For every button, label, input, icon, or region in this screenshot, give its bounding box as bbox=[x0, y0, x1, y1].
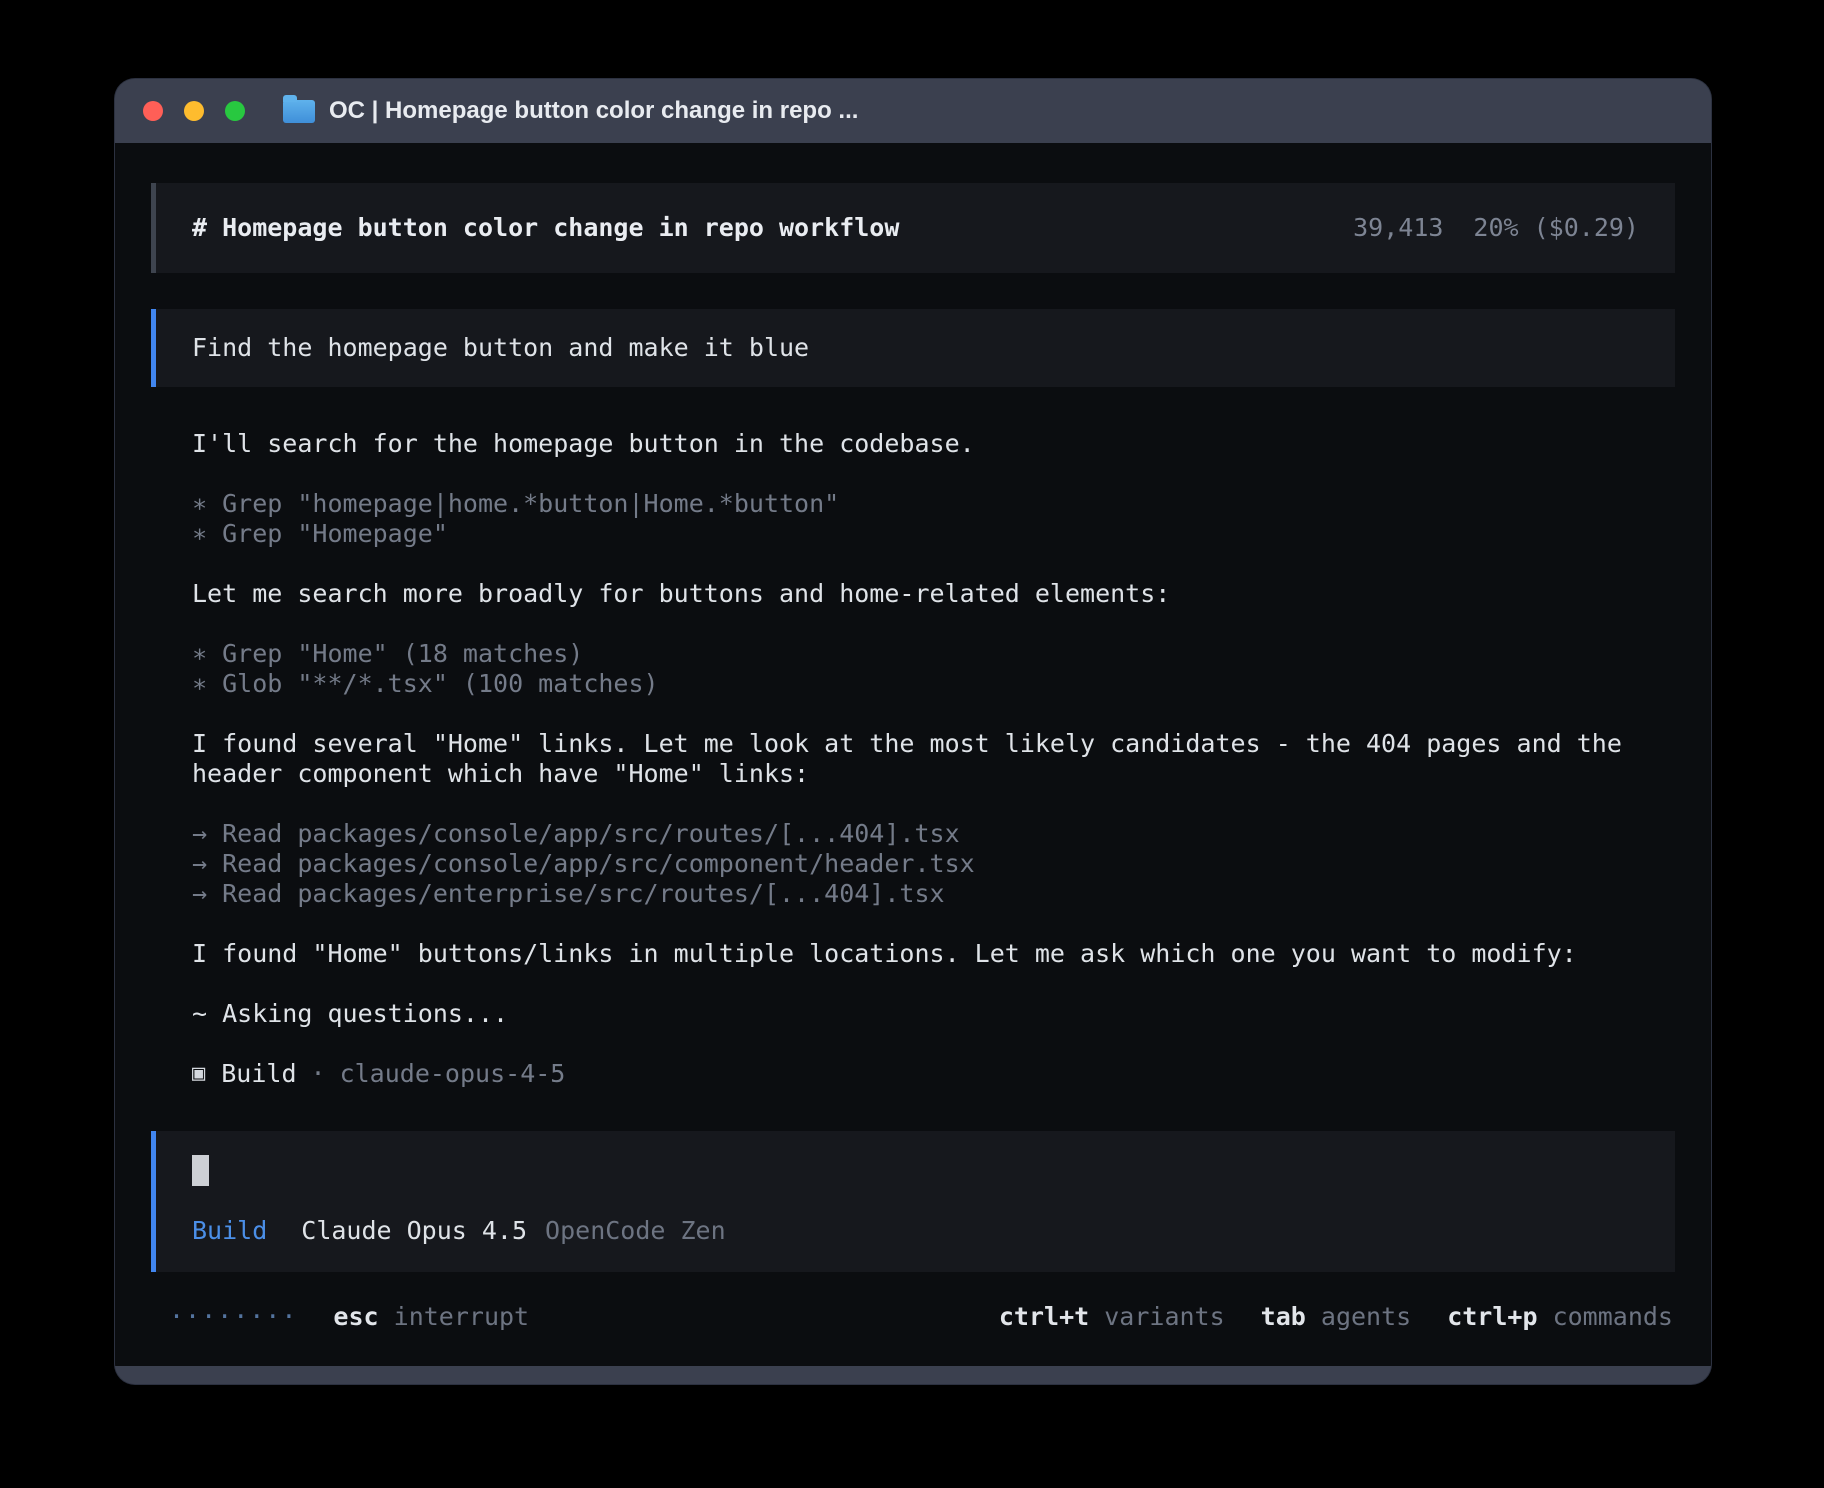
model-bar: Build Claude Opus 4.5 OpenCode Zen bbox=[192, 1216, 1639, 1246]
asking-questions-status: ~ Asking questions... bbox=[192, 999, 1675, 1029]
agent-status-row: ▣ Build · claude-opus-4-5 bbox=[192, 1059, 1675, 1089]
shortcut-esc: esc interrupt bbox=[333, 1302, 529, 1332]
close-button[interactable] bbox=[143, 101, 163, 121]
window-title: OC | Homepage button color change in rep… bbox=[329, 97, 858, 125]
terminal-window: OC | Homepage button color change in rep… bbox=[115, 79, 1711, 1384]
tool-call-read: → Read packages/console/app/src/componen… bbox=[192, 849, 1675, 879]
tool-call-grep: ∗ Grep "homepage|home.*button|Home.*butt… bbox=[192, 489, 1675, 519]
status-bar: ········ esc interrupt ctrl+t variants t… bbox=[151, 1302, 1675, 1332]
titlebar[interactable]: OC | Homepage button color change in rep… bbox=[115, 79, 1711, 143]
session-meta: 39,413 20% ($0.29) bbox=[1353, 213, 1639, 243]
user-message-text: Find the homepage button and make it blu… bbox=[192, 333, 809, 362]
tool-call-read: → Read packages/enterprise/src/routes/[.… bbox=[192, 879, 1675, 909]
model-label[interactable]: Claude Opus 4.5 bbox=[301, 1216, 527, 1246]
tool-call-grep: ∗ Grep "Homepage" bbox=[192, 519, 1675, 549]
shortcut-agents: tab agents bbox=[1261, 1302, 1412, 1332]
spinner-dots: ········ bbox=[169, 1302, 297, 1332]
assistant-text: I found "Home" buttons/links in multiple… bbox=[192, 939, 1675, 969]
tool-call-read: → Read packages/console/app/src/routes/[… bbox=[192, 819, 1675, 849]
assistant-text: I'll search for the homepage button in t… bbox=[192, 429, 1675, 459]
zoom-button[interactable] bbox=[225, 101, 245, 121]
tool-call-glob: ∗ Glob "**/*.tsx" (100 matches) bbox=[192, 669, 1675, 699]
folder-icon bbox=[283, 100, 315, 123]
session-title: # Homepage button color change in repo w… bbox=[192, 213, 899, 243]
minimize-button[interactable] bbox=[184, 101, 204, 121]
agent-separator: · bbox=[311, 1059, 326, 1089]
shortcut-variants: ctrl+t variants bbox=[999, 1302, 1225, 1332]
agent-name: Build bbox=[221, 1059, 296, 1089]
provider-label: OpenCode Zen bbox=[545, 1216, 726, 1246]
conversation-transcript: I'll search for the homepage button in t… bbox=[192, 429, 1675, 1029]
shortcut-group: ctrl+t variants tab agents ctrl+p comman… bbox=[999, 1302, 1673, 1332]
esc-key: esc bbox=[333, 1302, 378, 1331]
token-count: 39,413 bbox=[1353, 213, 1443, 243]
agent-model: claude-opus-4-5 bbox=[340, 1059, 566, 1089]
assistant-text: I found several "Home" links. Let me loo… bbox=[192, 729, 1675, 789]
prompt-input[interactable]: Build Claude Opus 4.5 OpenCode Zen bbox=[151, 1131, 1675, 1272]
esc-label: interrupt bbox=[394, 1302, 529, 1331]
terminal-content: # Homepage button color change in repo w… bbox=[115, 143, 1711, 1366]
user-message: Find the homepage button and make it blu… bbox=[151, 309, 1675, 387]
session-header: # Homepage button color change in repo w… bbox=[151, 183, 1675, 273]
traffic-lights bbox=[143, 101, 245, 121]
context-cost: 20% ($0.29) bbox=[1473, 213, 1639, 243]
window-bottom-edge bbox=[115, 1366, 1711, 1384]
agent-icon: ▣ bbox=[192, 1059, 205, 1089]
mode-label[interactable]: Build bbox=[192, 1216, 267, 1246]
text-cursor bbox=[192, 1155, 209, 1186]
tool-call-grep: ∗ Grep "Home" (18 matches) bbox=[192, 639, 1675, 669]
shortcut-commands: ctrl+p commands bbox=[1447, 1302, 1673, 1332]
assistant-text: Let me search more broadly for buttons a… bbox=[192, 579, 1675, 609]
